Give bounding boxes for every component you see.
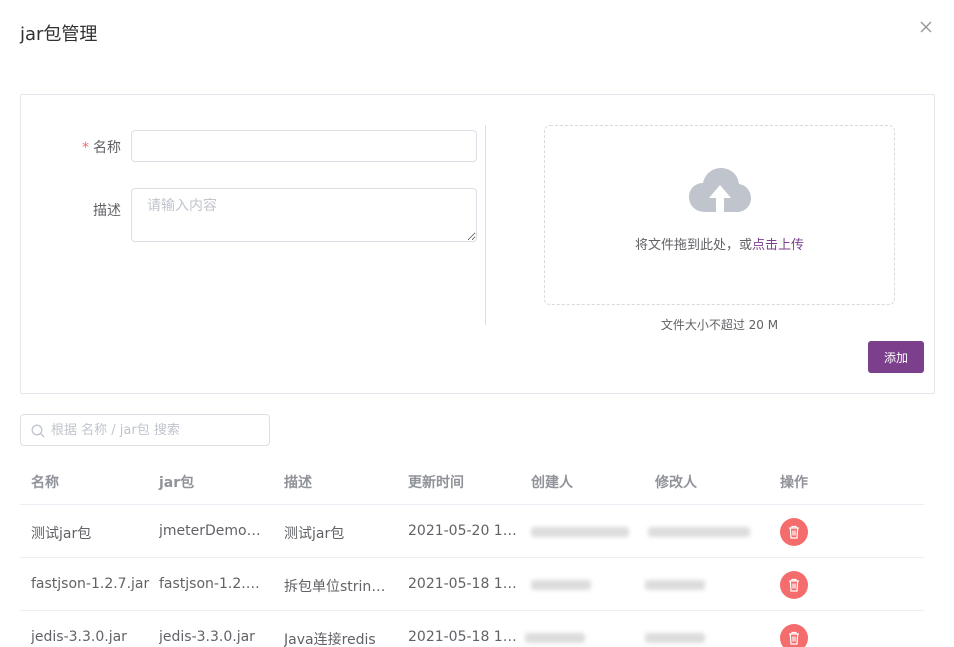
upload-tip: 文件大小不超过 20 M [660, 318, 779, 332]
column-header-name: 名称 [31, 475, 59, 491]
column-header-updated: 更新时间 [408, 475, 464, 491]
vertical-divider [485, 125, 486, 325]
upload-text: 将文件拖到此处，或点击上传 [545, 234, 894, 253]
table-row: jedis-3.3.0.jar jedis-3.3.0.jar Java连接re… [20, 611, 924, 647]
cell-desc: 拆包单位string类型 [284, 579, 389, 595]
trash-icon [789, 578, 799, 592]
column-header-jar: jar包 [159, 475, 195, 491]
cell-name: 测试jar包 [31, 526, 92, 542]
upload-text-prefix: 将文件拖到此处，或 [634, 238, 752, 253]
cell-modifier-redacted [645, 633, 705, 643]
cell-desc: Java连接redis [284, 632, 376, 647]
cloud-upload-icon [689, 168, 751, 214]
search-input[interactable] [51, 415, 266, 445]
dialog-title: jar包管理 [20, 24, 98, 45]
cell-desc: 测试jar包 [284, 526, 345, 542]
cell-name: jedis-3.3.0.jar [31, 629, 127, 645]
cell-modifier-redacted [645, 580, 705, 590]
cell-jar: jedis-3.3.0.jar [159, 629, 255, 645]
upload-link[interactable]: 点击上传 [752, 238, 804, 253]
trash-icon [789, 525, 799, 539]
add-button[interactable]: 添加 [868, 341, 924, 373]
name-input[interactable] [131, 130, 477, 162]
name-label: * 名称 [21, 137, 121, 157]
column-header-desc: 描述 [284, 475, 312, 491]
cell-jar: fastjson-1.2.7.jar [159, 576, 264, 592]
table-row: fastjson-1.2.7.jar fastjson-1.2.7.jar 拆包… [20, 558, 924, 611]
delete-button[interactable] [780, 624, 808, 647]
column-header-actions: 操作 [780, 475, 808, 491]
upload-dropzone[interactable]: 将文件拖到此处，或点击上传 [544, 125, 895, 305]
table-header: 名称 jar包 描述 更新时间 创建人 修改人 操作 [20, 454, 924, 505]
trash-icon [789, 631, 799, 645]
cell-updated: 2021-05-20 10:00:00 [408, 523, 518, 539]
search-icon [31, 424, 45, 438]
cell-name: fastjson-1.2.7.jar [31, 576, 150, 592]
search-box [20, 414, 270, 446]
name-label-text: 名称 [93, 140, 121, 156]
delete-button[interactable] [780, 518, 808, 546]
cell-updated: 2021-05-18 10:00:00 [408, 629, 518, 645]
desc-label: 描述 [93, 203, 121, 219]
required-mark: * [82, 140, 89, 156]
cell-creator-redacted [531, 527, 629, 537]
jar-table: 名称 jar包 描述 更新时间 创建人 修改人 操作 测试jar包 jmeter… [20, 454, 924, 647]
table-row: 测试jar包 jmeterDemo1.jar 测试jar包 2021-05-20… [20, 505, 924, 558]
cell-updated: 2021-05-18 10:00:00 [408, 576, 518, 592]
column-header-creator: 创建人 [531, 475, 573, 491]
cell-jar: jmeterDemo1.jar [159, 523, 264, 539]
desc-textarea[interactable] [131, 188, 477, 242]
close-icon[interactable] [917, 18, 935, 36]
column-header-modifier: 修改人 [655, 475, 697, 491]
cell-creator-redacted [525, 633, 585, 643]
cell-creator-redacted [531, 580, 591, 590]
form-card: *名称 描述 将文件拖到此处，或点击上传 文件大小不超过 20 M 添加 [20, 94, 935, 394]
cell-modifier-redacted [648, 527, 750, 537]
delete-button[interactable] [780, 571, 808, 599]
